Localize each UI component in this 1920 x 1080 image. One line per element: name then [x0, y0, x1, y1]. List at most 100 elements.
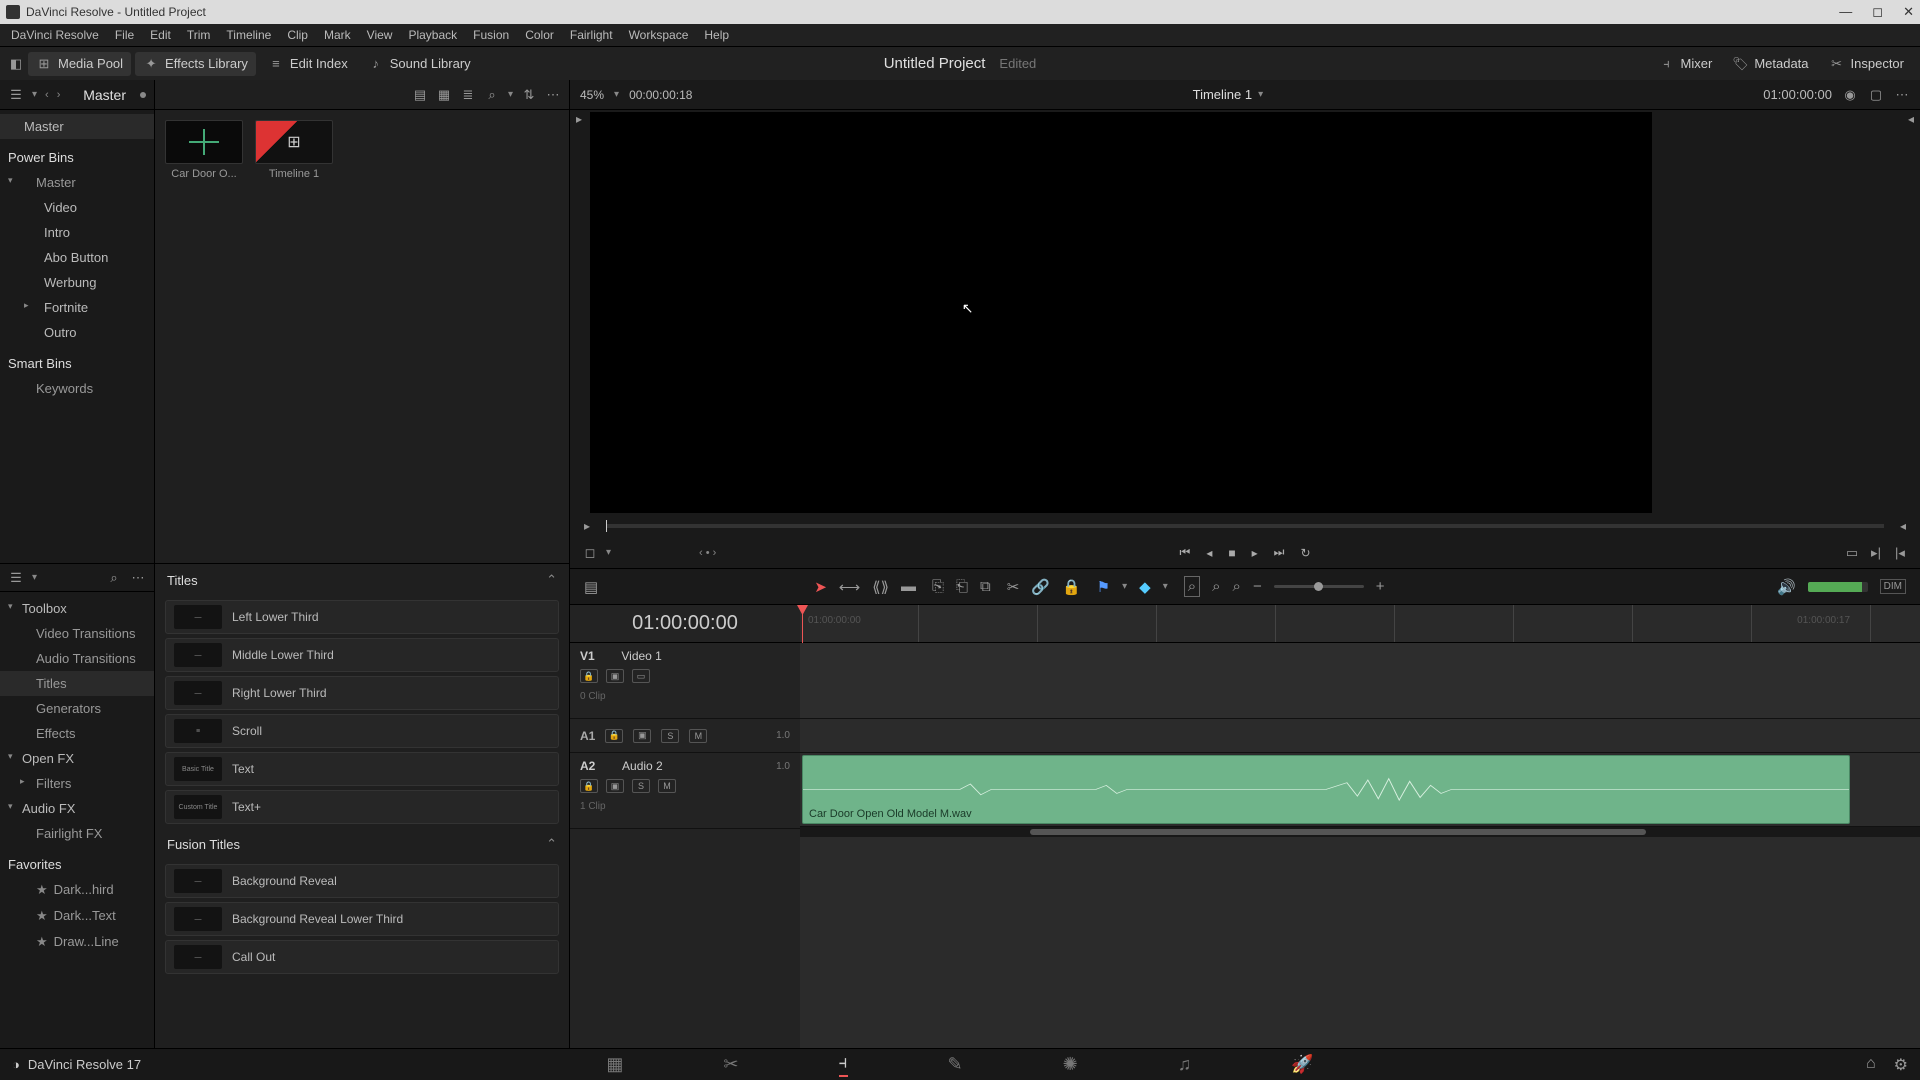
nav-back[interactable]: ‹: [45, 89, 49, 101]
insert-mode-icon[interactable]: ◻: [582, 545, 598, 561]
disable-video-icon[interactable]: ▭: [632, 669, 650, 683]
chevron-down-icon[interactable]: ▾: [32, 572, 37, 583]
fav-item[interactable]: ★Dark...hird: [0, 877, 154, 903]
maximize-button[interactable]: ◻: [1872, 4, 1883, 20]
title-preset[interactable]: —Left Lower Third: [165, 600, 559, 634]
smartbin-keywords[interactable]: Keywords: [0, 376, 154, 401]
search-icon[interactable]: ⌕: [106, 570, 122, 586]
powerbin-fortnite[interactable]: ▸Fortnite: [0, 295, 154, 320]
match-frame-end-icon[interactable]: ◂: [1902, 110, 1920, 128]
title-preset[interactable]: —Right Lower Third: [165, 676, 559, 710]
clip-thumb[interactable]: ⊞Timeline 1: [255, 120, 333, 180]
chevron-down-icon[interactable]: ▾: [614, 89, 619, 100]
go-end-button[interactable]: ⏭: [1274, 545, 1285, 560]
play-button[interactable]: ▸: [1252, 546, 1258, 560]
chevron-down-icon[interactable]: ▾: [606, 547, 611, 558]
single-viewer-icon[interactable]: ▢: [1868, 87, 1884, 103]
solo-button[interactable]: S: [632, 779, 650, 793]
razor-icon[interactable]: ✂: [1007, 578, 1020, 596]
mute-button[interactable]: M: [658, 779, 676, 793]
title-preset[interactable]: —Middle Lower Third: [165, 638, 559, 672]
search-icon[interactable]: ⌕: [484, 87, 500, 103]
titles-category-header[interactable]: Titles: [167, 573, 198, 588]
bin-list-icon[interactable]: ☰: [8, 87, 24, 103]
more-icon[interactable]: ⋯: [1894, 87, 1910, 103]
menu-fairlight[interactable]: Fairlight: [563, 26, 620, 44]
edit-page-tab[interactable]: ⫞: [839, 1052, 848, 1077]
lock-track-icon[interactable]: 🔒: [605, 729, 623, 743]
link-icon[interactable]: 🔗: [1031, 578, 1050, 596]
blade-tool-icon[interactable]: ▬: [901, 578, 916, 595]
viewer-title[interactable]: Timeline 1: [1193, 87, 1252, 102]
fx-video-transitions[interactable]: Video Transitions: [0, 621, 154, 646]
solo-button[interactable]: S: [661, 729, 679, 743]
menu-mark[interactable]: Mark: [317, 26, 358, 44]
loop-button[interactable]: ↻: [1300, 546, 1310, 560]
powerbin-outro[interactable]: Outro: [0, 320, 154, 345]
smart-bins-header[interactable]: Smart Bins: [0, 351, 154, 376]
fx-audio-transitions[interactable]: Audio Transitions: [0, 646, 154, 671]
trim-tool-icon[interactable]: ⟷: [839, 578, 861, 596]
chevron-down-icon[interactable]: ▾: [32, 89, 37, 100]
overwrite-icon[interactable]: ▭: [1844, 545, 1860, 561]
viewer-zoom[interactable]: 45%: [580, 88, 604, 102]
fav-item[interactable]: ★Dark...Text: [0, 903, 154, 929]
prev-edit-icon[interactable]: |◂: [1892, 545, 1908, 561]
menu-timeline[interactable]: Timeline: [219, 26, 278, 44]
collapse-icon[interactable]: ⌃: [546, 836, 557, 852]
collapse-icon[interactable]: ⌃: [546, 572, 557, 588]
detail-zoom-icon[interactable]: ⌕: [1212, 578, 1220, 595]
menu-file[interactable]: File: [108, 26, 141, 44]
title-preset[interactable]: Basic TitleText: [165, 752, 559, 786]
more-icon[interactable]: ⋯: [130, 570, 146, 586]
timeline-timecode[interactable]: 01:00:00:00: [570, 605, 800, 642]
more-icon[interactable]: ⋯: [545, 87, 561, 103]
zoom-fit-icon[interactable]: ⌕: [1184, 576, 1200, 597]
first-frame-icon[interactable]: ▸: [578, 517, 596, 535]
title-preset[interactable]: ≡Scroll: [165, 714, 559, 748]
sound-library-button[interactable]: ♪Sound Library: [360, 52, 479, 76]
title-preset[interactable]: Custom TitleText+: [165, 790, 559, 824]
menu-fusion[interactable]: Fusion: [466, 26, 516, 44]
fav-item[interactable]: ★Draw...Line: [0, 929, 154, 955]
media-pool-button[interactable]: ⊞Media Pool: [28, 52, 131, 76]
next-edit-icon[interactable]: ▸|: [1868, 545, 1884, 561]
selection-tool-icon[interactable]: ➤: [814, 578, 827, 596]
menu-davinci-resolve[interactable]: DaVinci Resolve: [4, 26, 106, 44]
power-bins-header[interactable]: Power Bins: [0, 145, 154, 170]
menu-edit[interactable]: Edit: [143, 26, 178, 44]
marker-icon[interactable]: ◆: [1139, 578, 1151, 596]
dim-button[interactable]: DIM: [1880, 579, 1906, 594]
audio-lane-1[interactable]: [800, 719, 1920, 753]
custom-zoom-icon[interactable]: ⌕: [1233, 578, 1241, 595]
last-frame-icon[interactable]: ◂: [1894, 517, 1912, 535]
fx-generators[interactable]: Generators: [0, 696, 154, 721]
minimize-button[interactable]: —: [1839, 4, 1852, 20]
lock-icon[interactable]: 🔒: [1062, 578, 1081, 596]
powerbin-video[interactable]: Video: [0, 195, 154, 220]
overwrite-clip-icon[interactable]: ⎗: [956, 578, 968, 595]
chevron-down-icon[interactable]: ▾: [508, 89, 513, 100]
clip-thumb[interactable]: Car Door O...: [165, 120, 243, 180]
fx-filters[interactable]: ▸Filters: [0, 771, 154, 796]
track-header-a1[interactable]: A1 🔒 ▣ S M 1.0: [570, 719, 800, 753]
bypass-icon[interactable]: ◉: [1842, 87, 1858, 103]
auto-select-icon[interactable]: ▣: [606, 779, 624, 793]
favorites-header[interactable]: Favorites: [0, 852, 154, 877]
sort-icon[interactable]: ⇅: [521, 87, 537, 103]
menu-color[interactable]: Color: [518, 26, 561, 44]
match-frame-icon[interactable]: ▸: [570, 110, 588, 128]
lock-track-icon[interactable]: 🔒: [580, 669, 598, 683]
fusion-title-preset[interactable]: —Background Reveal: [165, 864, 559, 898]
volume-icon[interactable]: 🔊: [1777, 578, 1796, 596]
layout-icon[interactable]: ◧: [8, 56, 24, 72]
home-button[interactable]: ⌂: [1866, 1055, 1876, 1075]
project-settings-button[interactable]: ⚙: [1894, 1055, 1908, 1075]
volume-slider[interactable]: [1808, 582, 1868, 592]
track-header-a2[interactable]: A2 Audio 21.0 🔒 ▣ S M 1 Clip: [570, 753, 800, 829]
mute-button[interactable]: M: [689, 729, 707, 743]
lock-track-icon[interactable]: 🔒: [580, 779, 598, 793]
video-lane-1[interactable]: [800, 643, 1920, 719]
program-viewer[interactable]: ↖: [590, 112, 1652, 513]
menu-help[interactable]: Help: [697, 26, 736, 44]
